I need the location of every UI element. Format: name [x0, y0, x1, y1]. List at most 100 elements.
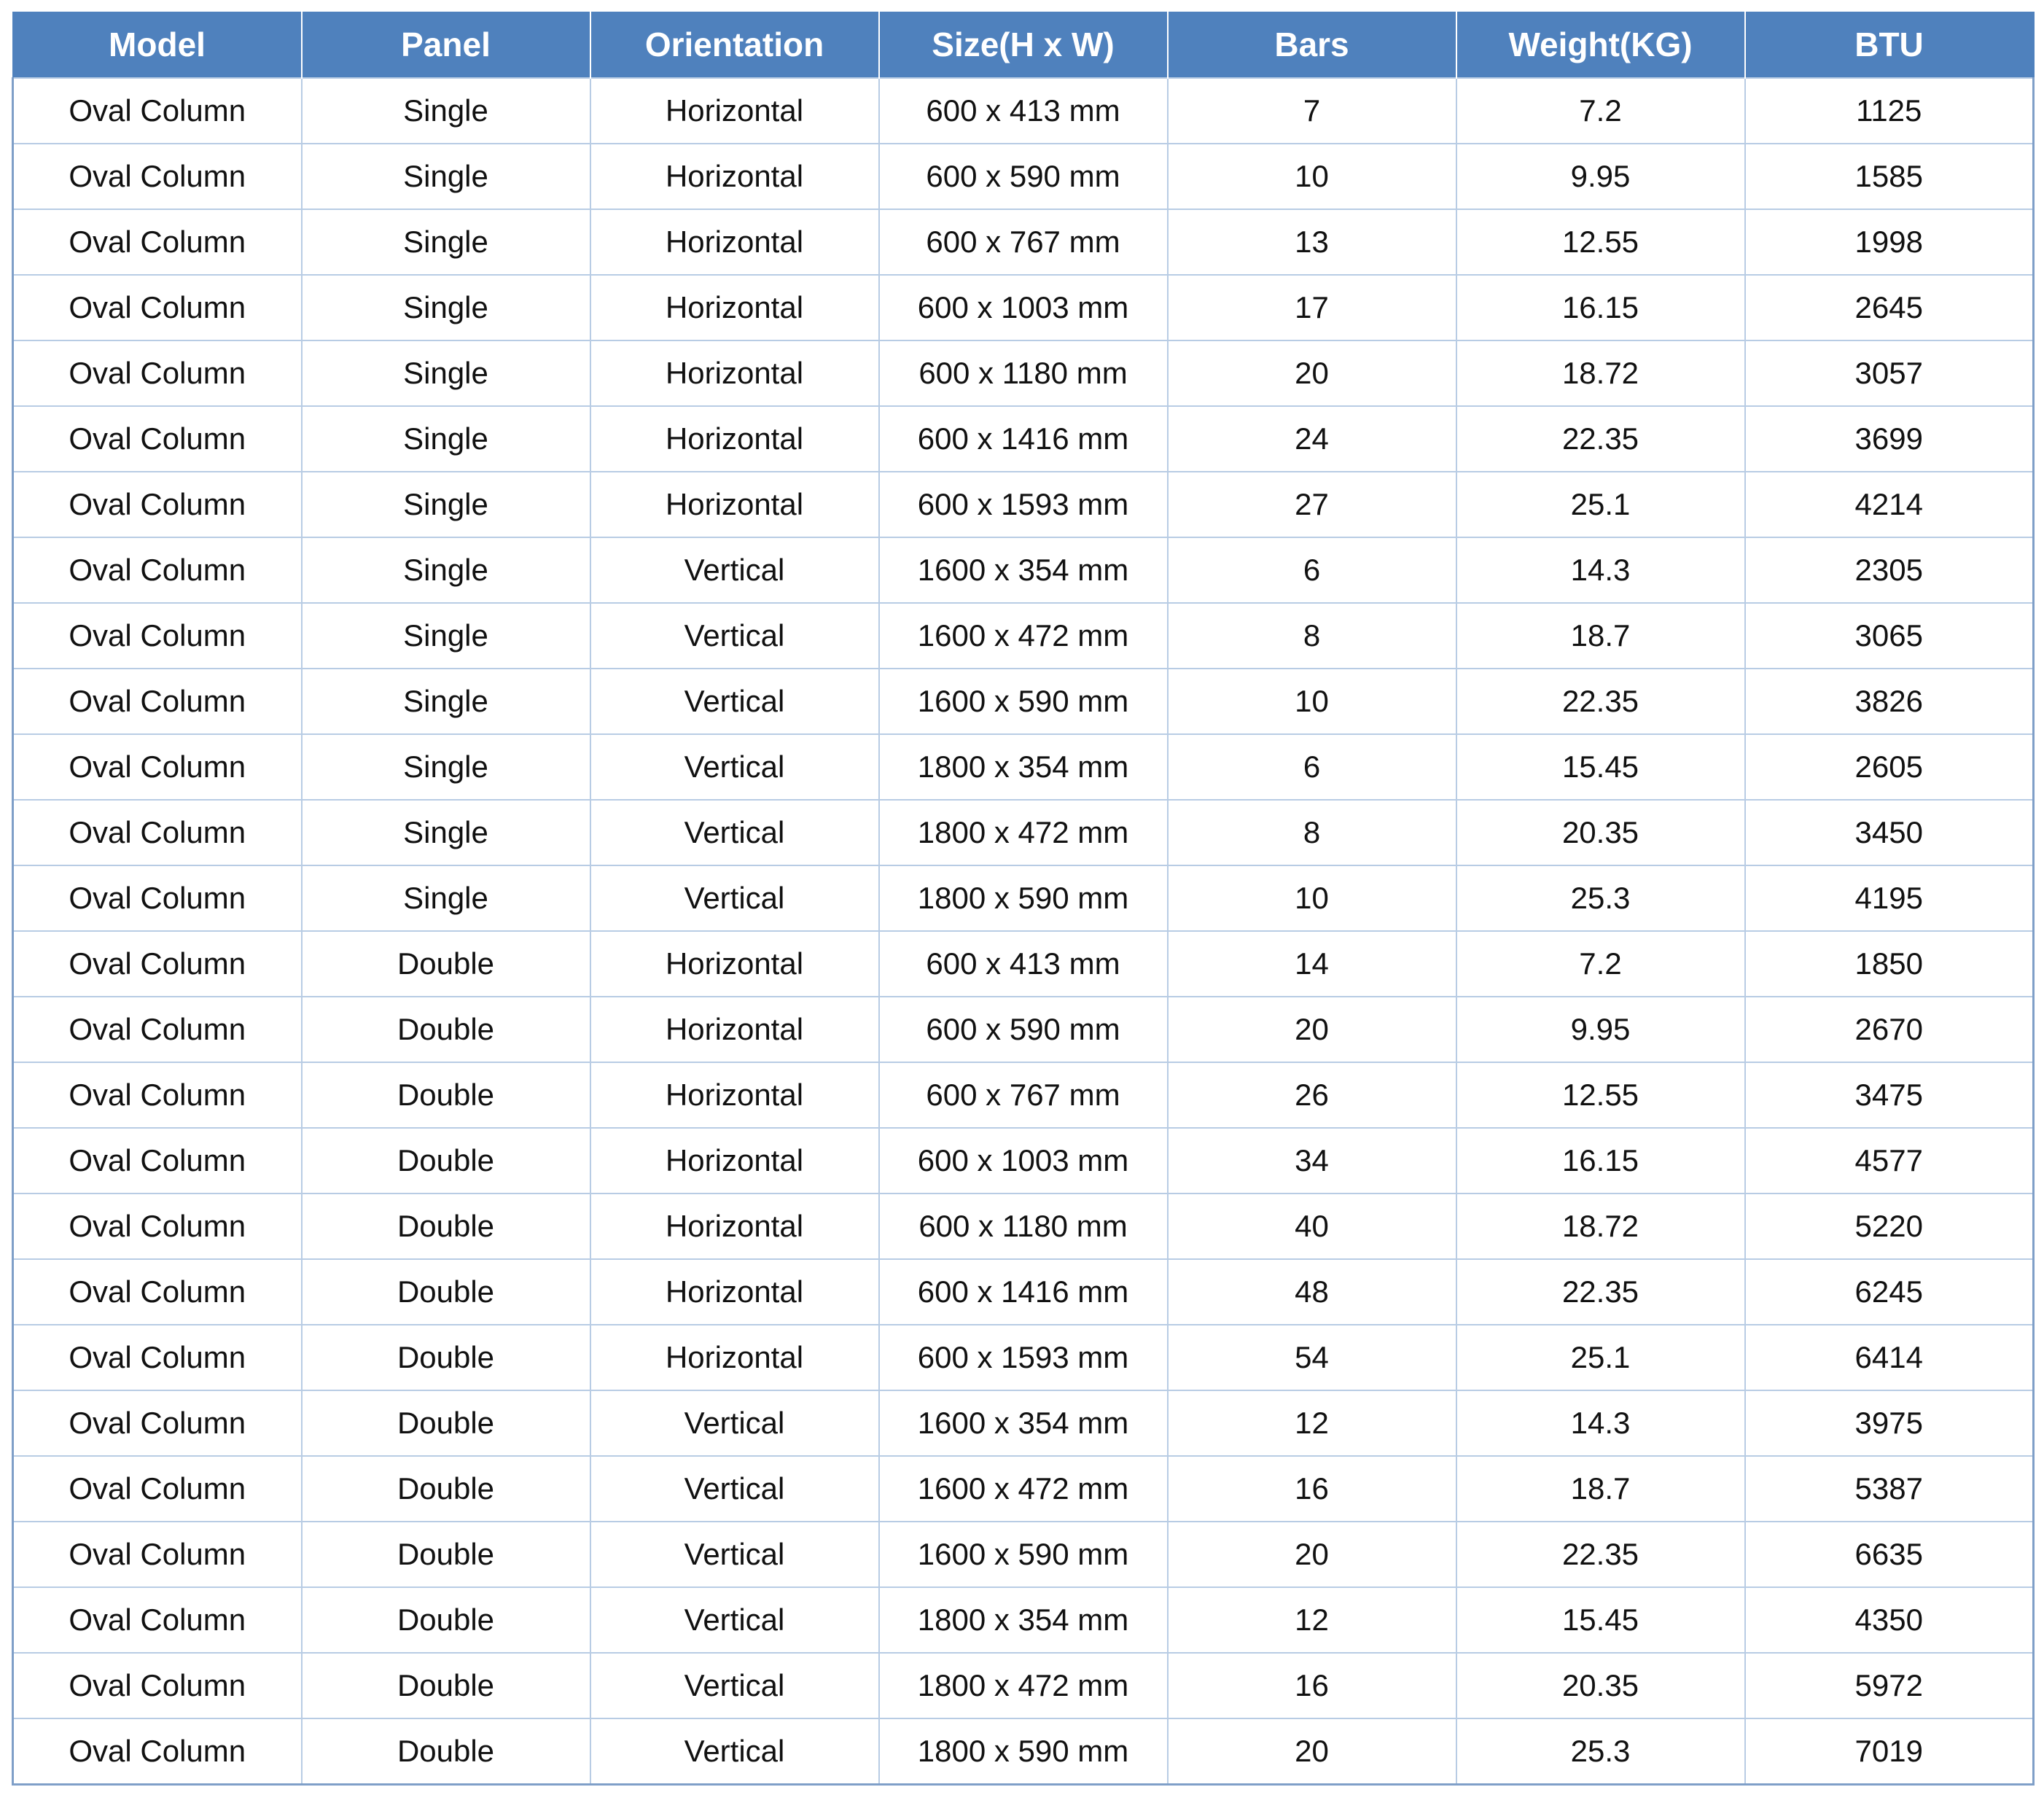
- bars-cell: 13: [1166, 209, 1457, 276]
- btu-cell: 5220: [1744, 1193, 2035, 1260]
- btu-cell: 4577: [1744, 1127, 2035, 1194]
- size-cell: 600 x 413 mm: [878, 77, 1169, 144]
- btu-cell: 4195: [1744, 865, 2035, 932]
- model-cell: Oval Column: [12, 274, 303, 341]
- btu-cell: 3057: [1744, 340, 2035, 407]
- model-cell: Oval Column: [12, 143, 303, 210]
- weight-cell: 22.35: [1455, 1521, 1746, 1588]
- model-cell: Oval Column: [12, 471, 303, 538]
- size-cell: 600 x 590 mm: [878, 996, 1169, 1063]
- table-row: Oval Column Single Horizontal 600 x 767 mm 1…: [12, 209, 2035, 276]
- spec-table-container: Model Panel Orientation Size(H x W) Bars…: [12, 12, 2035, 1786]
- btu-cell: 4350: [1744, 1586, 2035, 1654]
- panel-cell: Double: [300, 996, 591, 1063]
- size-cell: 1800 x 472 mm: [878, 1652, 1169, 1719]
- weight-cell: 22.35: [1455, 668, 1746, 735]
- btu-cell: 6245: [1744, 1258, 2035, 1325]
- model-cell: Oval Column: [12, 799, 303, 866]
- btu-cell: 3475: [1744, 1062, 2035, 1129]
- panel-cell: Single: [300, 865, 591, 932]
- weight-cell: 18.72: [1455, 340, 1746, 407]
- bars-cell: 7: [1166, 77, 1457, 144]
- table-row: Oval Column Single Vertical 1800 x 354 mm 6 1…: [12, 733, 2035, 801]
- model-cell: Oval Column: [12, 930, 303, 997]
- panel-cell: Double: [300, 1324, 591, 1391]
- weight-cell: 9.95: [1455, 143, 1746, 210]
- model-cell: Oval Column: [12, 1455, 303, 1522]
- weight-cell: 22.35: [1455, 1258, 1746, 1325]
- bars-cell: 24: [1166, 405, 1457, 472]
- size-cell: 1600 x 590 mm: [878, 668, 1169, 735]
- table-row: Oval Column Single Horizontal 600 x 1416 mm…: [12, 405, 2035, 472]
- size-cell: 1800 x 354 mm: [878, 733, 1169, 801]
- orientation-cell: Vertical: [589, 537, 880, 604]
- weight-cell: 16.15: [1455, 1127, 1746, 1194]
- model-cell: Oval Column: [12, 1062, 303, 1129]
- btu-cell: 5972: [1744, 1652, 2035, 1719]
- orientation-cell: Vertical: [589, 733, 880, 801]
- panel-cell: Single: [300, 405, 591, 472]
- table-row: Oval Column Double Horizontal 600 x 1416 mm…: [12, 1258, 2035, 1325]
- panel-cell: Double: [300, 1390, 591, 1457]
- bars-cell: 20: [1166, 1521, 1457, 1588]
- orientation-cell: Vertical: [589, 1586, 880, 1654]
- orientation-cell: Horizontal: [589, 209, 880, 276]
- panel-cell: Double: [300, 1258, 591, 1325]
- size-cell: 600 x 767 mm: [878, 1062, 1169, 1129]
- header-row: Model Panel Orientation Size(H x W) Bars…: [12, 12, 2035, 78]
- weight-cell: 14.3: [1455, 1390, 1746, 1457]
- size-cell: 1800 x 590 mm: [878, 865, 1169, 932]
- bars-cell: 6: [1166, 733, 1457, 801]
- bars-cell: 20: [1166, 1718, 1457, 1786]
- weight-cell: 14.3: [1455, 537, 1746, 604]
- weight-cell: 25.3: [1455, 1718, 1746, 1786]
- model-cell: Oval Column: [12, 733, 303, 801]
- orientation-cell: Vertical: [589, 1455, 880, 1522]
- btu-cell: 3826: [1744, 668, 2035, 735]
- table-row: Oval Column Single Horizontal 600 x 413 mm 7…: [12, 77, 2035, 144]
- bars-cell: 16: [1166, 1455, 1457, 1522]
- orientation-cell: Vertical: [589, 602, 880, 669]
- panel-cell: Single: [300, 668, 591, 735]
- model-cell: Oval Column: [12, 1324, 303, 1391]
- size-cell: 600 x 1180 mm: [878, 340, 1169, 407]
- orientation-cell: Horizontal: [589, 1324, 880, 1391]
- btu-cell: 6635: [1744, 1521, 2035, 1588]
- bars-cell: 26: [1166, 1062, 1457, 1129]
- size-cell: 600 x 1593 mm: [878, 471, 1169, 538]
- table-row: Oval Column Double Vertical 1800 x 590 mm 20…: [12, 1718, 2035, 1786]
- orientation-cell: Horizontal: [589, 996, 880, 1063]
- panel-cell: Double: [300, 1127, 591, 1194]
- bars-cell: 12: [1166, 1390, 1457, 1457]
- btu-cell: 5387: [1744, 1455, 2035, 1522]
- panel-cell: Single: [300, 471, 591, 538]
- radiator-spec-table: Model Panel Orientation Size(H x W) Bars…: [12, 12, 2035, 1786]
- weight-cell: 18.72: [1455, 1193, 1746, 1260]
- column-header-btu: BTU: [1744, 12, 2035, 78]
- panel-cell: Double: [300, 1193, 591, 1260]
- weight-cell: 9.95: [1455, 996, 1746, 1063]
- model-cell: Oval Column: [12, 340, 303, 407]
- orientation-cell: Horizontal: [589, 143, 880, 210]
- table-row: Oval Column Double Vertical 1600 x 472 mm 16…: [12, 1455, 2035, 1522]
- size-cell: 1800 x 354 mm: [878, 1586, 1169, 1654]
- orientation-cell: Vertical: [589, 1718, 880, 1786]
- table-row: Oval Column Single Vertical 1600 x 472 mm 8 1…: [12, 602, 2035, 669]
- table-header: Model Panel Orientation Size(H x W) Bars…: [12, 12, 2035, 78]
- model-cell: Oval Column: [12, 865, 303, 932]
- btu-cell: 2305: [1744, 537, 2035, 604]
- model-cell: Oval Column: [12, 405, 303, 472]
- table-row: Oval Column Double Vertical 1600 x 354 mm 12…: [12, 1390, 2035, 1457]
- btu-cell: 1850: [1744, 930, 2035, 997]
- model-cell: Oval Column: [12, 1652, 303, 1719]
- weight-cell: 22.35: [1455, 405, 1746, 472]
- btu-cell: 3699: [1744, 405, 2035, 472]
- orientation-cell: Vertical: [589, 1652, 880, 1719]
- size-cell: 1800 x 590 mm: [878, 1718, 1169, 1786]
- size-cell: 1600 x 354 mm: [878, 1390, 1169, 1457]
- weight-cell: 25.3: [1455, 865, 1746, 932]
- model-cell: Oval Column: [12, 537, 303, 604]
- btu-cell: 2645: [1744, 274, 2035, 341]
- table-row: Oval Column Single Vertical 1600 x 590 mm 10…: [12, 668, 2035, 735]
- bars-cell: 27: [1166, 471, 1457, 538]
